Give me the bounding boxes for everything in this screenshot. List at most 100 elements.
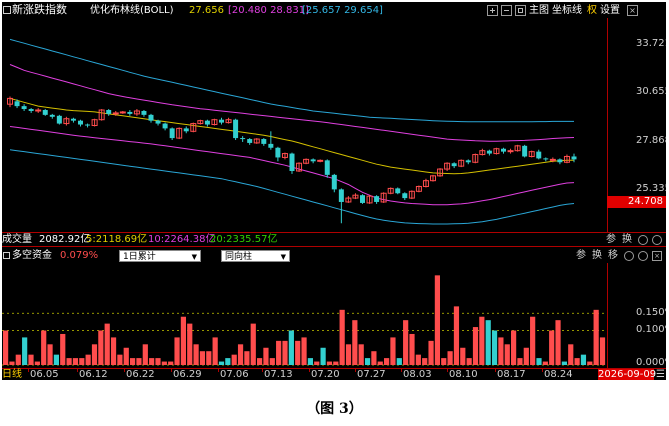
fund-bar: [193, 344, 199, 365]
stock-chart-window: 新涨跌指数 优化布林线(BOLL) 27.656 [20.480 28.831]…: [2, 2, 666, 380]
volume-param-button[interactable]: 参: [606, 234, 616, 246]
fund-bar-chart[interactable]: [2, 260, 607, 368]
candle: [437, 168, 444, 177]
candle: [324, 159, 330, 178]
fund-bar: [301, 337, 307, 365]
fund-bar: [117, 354, 123, 365]
candle: [501, 147, 506, 154]
candle: [507, 148, 514, 154]
candle: [338, 188, 344, 224]
fund-bar: [561, 361, 567, 365]
fund-bar: [123, 347, 129, 365]
candle: [183, 126, 189, 134]
fund-bar: [447, 351, 453, 365]
price-axis-label: 33.721: [636, 38, 666, 49]
candle: [63, 116, 70, 126]
volume-info-bar: 成交量 2082.92亿 5:2118.69亿 10:2264.38亿 20:2…: [2, 232, 666, 247]
candle: [444, 162, 451, 171]
fund-bar: [568, 344, 574, 365]
menu-icon[interactable]: ☰: [656, 369, 665, 380]
date-tick-mark: [447, 369, 448, 372]
fund-bar: [371, 351, 377, 365]
date-tick-mark: [401, 369, 402, 372]
fund-bar: [511, 330, 517, 365]
fund-bar: [199, 351, 206, 365]
candle: [366, 195, 373, 204]
candle: [219, 117, 224, 125]
fund-bar: [244, 351, 250, 365]
fund-bar: [250, 323, 256, 365]
fund-bar: [180, 316, 186, 365]
fund-bar: [41, 330, 47, 365]
fund-bar: [98, 330, 104, 365]
volume-switch-button[interactable]: 换: [622, 234, 632, 246]
date-tick-mark: [262, 369, 263, 372]
fund-bar: [390, 337, 396, 365]
candle: [479, 148, 486, 156]
candle: [387, 187, 394, 195]
candle: [21, 104, 27, 111]
fund-bar: [314, 361, 320, 365]
candle: [563, 154, 570, 164]
fund-bar: [72, 358, 79, 365]
fund-axis: 0.150% 0.100% 0.000%: [607, 263, 666, 368]
candle: [190, 122, 197, 133]
candle: [522, 144, 528, 158]
panel-close-icon[interactable]: ×: [652, 251, 662, 261]
panel-zoom-out-icon[interactable]: [638, 251, 648, 261]
fund-bar: [168, 361, 174, 365]
candle: [415, 185, 422, 193]
fund-bar: [28, 354, 34, 365]
candle: [42, 109, 48, 116]
candle: [211, 118, 218, 126]
fund-axis-label: 0.100%: [636, 324, 666, 335]
candle: [141, 110, 147, 117]
date-axis: 日线 06.05 06.12 06.22 06.29 07.06 07.13 07.20 07…: [2, 368, 666, 380]
date-tick-mark: [309, 369, 310, 372]
candle: [430, 174, 436, 182]
fund-bar: [453, 306, 460, 365]
date-tick-label: 06.05: [30, 369, 59, 380]
candle: [268, 131, 274, 150]
zoom-in-icon[interactable]: [638, 235, 648, 245]
fund-bar: [358, 344, 364, 365]
fund-bar: [574, 358, 580, 365]
date-tick-mark: [542, 369, 543, 372]
price-chart[interactable]: [2, 2, 607, 230]
zoom-out-icon[interactable]: [652, 235, 662, 245]
fund-bar: [263, 347, 269, 365]
fund-bar: [377, 361, 383, 365]
candle: [7, 96, 13, 108]
price-axis-label: 27.868: [636, 135, 666, 146]
fund-bar: [174, 337, 180, 365]
fund-bar: [396, 358, 402, 365]
current-price-badge: 24.708: [607, 196, 666, 208]
date-tick-label: 07.27: [357, 369, 386, 380]
panel-zoom-in-icon[interactable]: [624, 251, 634, 261]
candle: [275, 146, 281, 162]
fund-bar: [225, 358, 231, 365]
date-tick-label: 08.03: [403, 369, 432, 380]
fund-bar: [9, 361, 15, 365]
date-tick-mark: [218, 369, 219, 372]
figure-caption: （图 3）: [306, 401, 363, 417]
fund-bar: [231, 354, 237, 365]
candle: [281, 152, 288, 160]
date-tick-mark: [77, 369, 78, 372]
candle: [148, 113, 154, 123]
fund-bar: [161, 361, 167, 365]
fund-bar: [409, 333, 415, 365]
panel-square-icon: [3, 252, 10, 259]
close-icon[interactable]: ×: [627, 5, 638, 16]
fund-bar: [269, 358, 275, 365]
candle: [176, 127, 183, 140]
fund-bar: [34, 361, 40, 365]
period-label[interactable]: 日线: [2, 369, 22, 380]
volume-label: 成交量: [2, 234, 32, 245]
candle: [70, 117, 76, 123]
candle: [240, 136, 246, 142]
candle: [493, 147, 500, 155]
fund-bar: [593, 309, 599, 365]
fund-axis-label: 0.150%: [636, 307, 666, 318]
fund-panel-move-button[interactable]: 移: [608, 250, 618, 262]
